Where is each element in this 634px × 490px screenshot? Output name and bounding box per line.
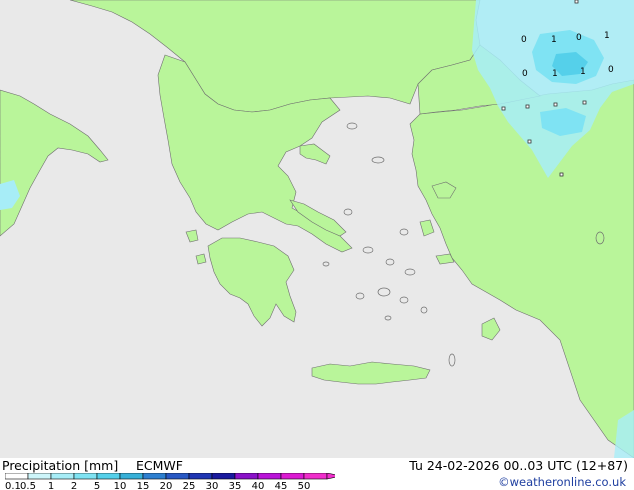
contour-label: 0 [608, 65, 614, 75]
legend-color-cell [73, 473, 98, 480]
legend-color-cell [142, 473, 167, 480]
model-label: ECMWF [136, 458, 183, 473]
contour-label: 0 [522, 69, 528, 79]
legend-tick-label: 45 [275, 481, 288, 490]
legend-tick-label: 1 [48, 481, 54, 490]
legend-color-cell [234, 473, 259, 480]
legend-tick-label: 5 [94, 481, 100, 490]
legend-tick-label: 10 [114, 481, 127, 490]
legend-color-cell [50, 473, 75, 480]
legend-color-cell [188, 473, 213, 480]
legend-color-cell [303, 473, 328, 480]
run-time-label: Tu 24-02-2026 00..03 UTC (12+87) [409, 458, 628, 473]
legend-color-cell [165, 473, 190, 480]
legend-color-cell [280, 473, 305, 480]
precipitation-color-scale: 0.1 0.5 1 2 5 10 15 20 25 30 35 40 45 50 [5, 473, 335, 490]
contour-label: 0 [521, 35, 527, 45]
legend-tick-label: 0.1 [5, 481, 21, 490]
land-zakynthos [195, 253, 207, 265]
legend-tick-label: 40 [252, 481, 265, 490]
legend-color-cell [211, 473, 236, 480]
legend-tick-label: 50 [298, 481, 311, 490]
legend-color-cell [257, 473, 282, 480]
legend-tick-label: 0.5 [20, 481, 36, 490]
contour-label: 1 [551, 35, 557, 45]
legend-arrow [326, 473, 335, 480]
contour-label: 0 [576, 33, 582, 43]
map-footer: Precipitation [mm] ECMWF Tu 24-02-2026 0… [0, 458, 634, 490]
legend-color-cell [96, 473, 121, 480]
credit-link[interactable]: ©weatheronline.co.uk [498, 475, 626, 489]
contour-label: 1 [580, 67, 586, 77]
legend-tick-label: 20 [160, 481, 173, 490]
legend-title: Precipitation [mm] [2, 458, 119, 473]
legend-color-cell [119, 473, 144, 480]
contour-label: 1 [552, 69, 558, 79]
contour-label: 1 [604, 31, 610, 41]
legend-tick-label: 30 [206, 481, 219, 490]
legend-color-cell [5, 473, 29, 480]
legend-tick-label: 35 [229, 481, 242, 490]
legend-tick-label: 25 [183, 481, 196, 490]
legend-tick-label: 2 [71, 481, 77, 490]
legend-color-cell [27, 473, 52, 480]
legend-tick-label: 15 [137, 481, 150, 490]
precipitation-map: 1 1 1 1 0 0 0 0 [0, 0, 634, 458]
